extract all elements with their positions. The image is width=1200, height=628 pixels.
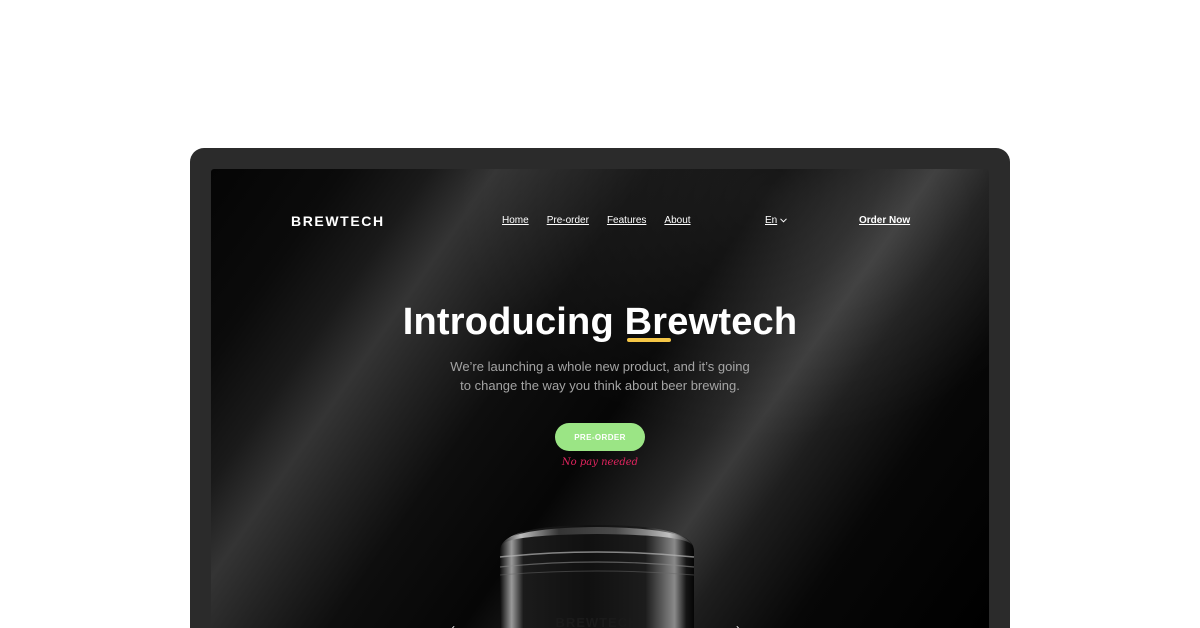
hero-subtitle-line-1: We’re launching a whole new product, and… — [450, 359, 750, 374]
main-nav: Home Pre-order Features About — [502, 215, 691, 226]
nav-item-about[interactable]: About — [664, 215, 690, 226]
no-pay-note: No pay needed — [561, 457, 639, 468]
brewtech-device-image: BREWTECH — [499, 525, 695, 628]
hero-title-prefix: Introducing — [402, 301, 614, 343]
language-label: En — [765, 215, 778, 226]
hero-title-highlight: Brewtech — [624, 301, 798, 343]
brand-logo[interactable]: BREWTECH — [291, 213, 385, 229]
device-label: BREWTECH — [555, 615, 638, 628]
nav-item-home[interactable]: Home — [502, 215, 529, 226]
chevron-right-icon[interactable]: › — [736, 621, 740, 628]
hero-subtitle-line-2: to change the way you think about beer b… — [460, 378, 740, 393]
language-selector[interactable]: En — [765, 215, 788, 226]
hero-title: Introducing Brewtech — [211, 301, 989, 344]
laptop-screen: BREWTECH Home Pre-order Features About E… — [211, 169, 989, 628]
chevron-left-icon[interactable]: ‹ — [451, 621, 455, 628]
nav-item-pre-order[interactable]: Pre-order — [547, 215, 589, 226]
chevron-down-icon — [780, 218, 788, 223]
hero-subtitle: We’re launching a whole new product, and… — [211, 357, 989, 395]
nav-item-features[interactable]: Features — [607, 215, 646, 226]
laptop-frame: BREWTECH Home Pre-order Features About E… — [190, 148, 1010, 628]
pre-order-button[interactable]: PRE-ORDER — [555, 423, 645, 451]
order-now-link[interactable]: Order Now — [859, 215, 910, 226]
